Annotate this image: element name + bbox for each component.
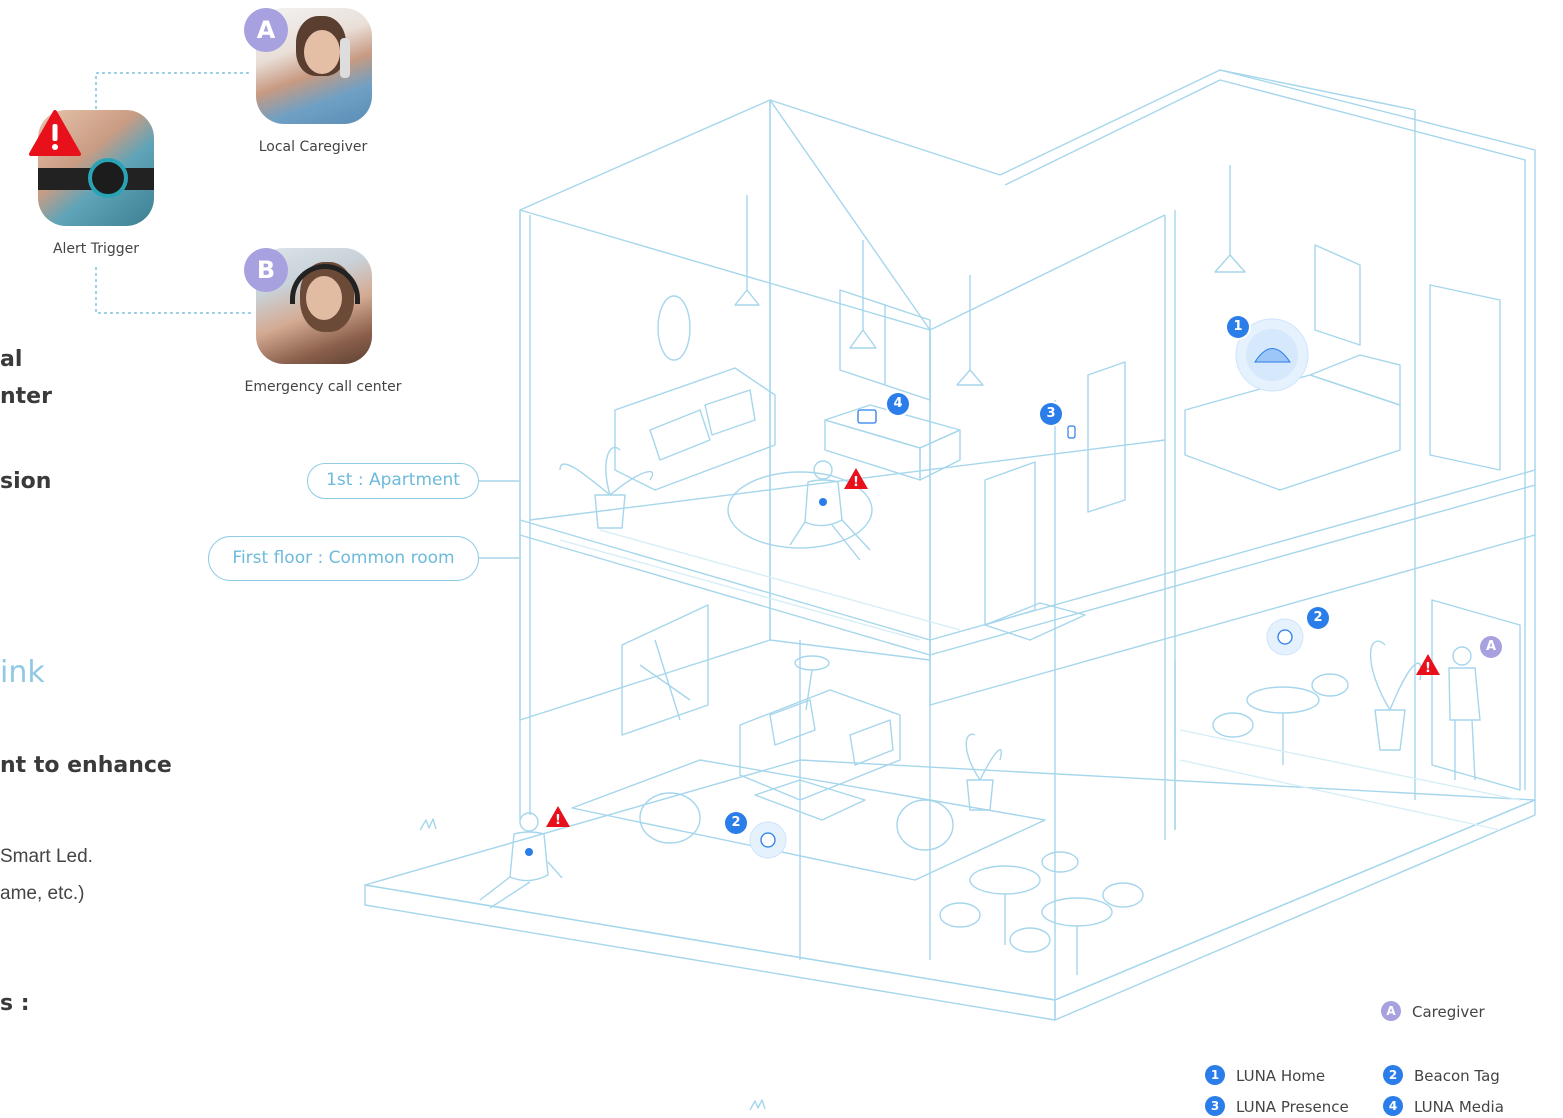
- left-fragment-2: nter: [0, 384, 52, 409]
- legend-beacon-tag: Beacon Tag: [1414, 1067, 1500, 1085]
- legend-luna-media: LUNA Media: [1414, 1098, 1504, 1116]
- ground-slab: [364, 759, 1536, 1001]
- legend-caregiver-badge: A: [1381, 1001, 1401, 1021]
- legend-caregiver: Caregiver: [1412, 1003, 1485, 1021]
- caregiver-label: Local Caregiver: [258, 139, 368, 155]
- svg-text:!: !: [1425, 661, 1431, 676]
- legend-num-4: 4: [1383, 1096, 1403, 1116]
- marker-luna-media: 4: [887, 393, 909, 415]
- left-fragment-link[interactable]: ink: [0, 655, 45, 690]
- svg-text:!: !: [555, 813, 561, 828]
- legend-num-3: 3: [1205, 1096, 1225, 1116]
- marker-beacon-tag-lower: 2: [725, 812, 747, 834]
- left-fragment-5: nt to enhance: [0, 753, 172, 778]
- marker-beacon-tag-upper: 2: [1307, 607, 1329, 629]
- caregiver-badge: A: [244, 8, 288, 52]
- call-center-label: Emergency call center: [244, 379, 402, 395]
- marker-luna-presence: 3: [1040, 403, 1062, 425]
- face: [304, 30, 340, 74]
- floor-label-common-room: First floor : Common room: [208, 536, 479, 581]
- svg-text:!: !: [853, 475, 859, 490]
- alert-triangles: ! ! !: [546, 468, 1440, 828]
- panic-button: [88, 158, 128, 198]
- legend-num-1: 1: [1205, 1065, 1225, 1085]
- alert-trigger-label: Alert Trigger: [52, 241, 140, 257]
- floor-label-apartment: 1st : Apartment: [307, 463, 479, 499]
- left-fragment-6: Smart Led.: [0, 846, 93, 867]
- left-fragment-3: sion: [0, 469, 52, 494]
- left-fragment-1: al: [0, 347, 23, 372]
- marker-caregiver: A: [1480, 636, 1502, 658]
- marker-luna-home: 1: [1227, 316, 1249, 338]
- phone-icon: [340, 38, 350, 78]
- alert-warning-icon: [29, 110, 81, 156]
- left-fragment-7: ame, etc.): [0, 883, 85, 904]
- headset-icon: [290, 264, 360, 304]
- legend-luna-home: LUNA Home: [1236, 1067, 1326, 1085]
- left-wall: [519, 99, 771, 721]
- legend-num-2: 2: [1383, 1065, 1403, 1085]
- left-fragment-8: s :: [0, 991, 30, 1016]
- legend-luna-presence: LUNA Presence: [1236, 1098, 1349, 1116]
- call-center-badge: B: [244, 248, 288, 292]
